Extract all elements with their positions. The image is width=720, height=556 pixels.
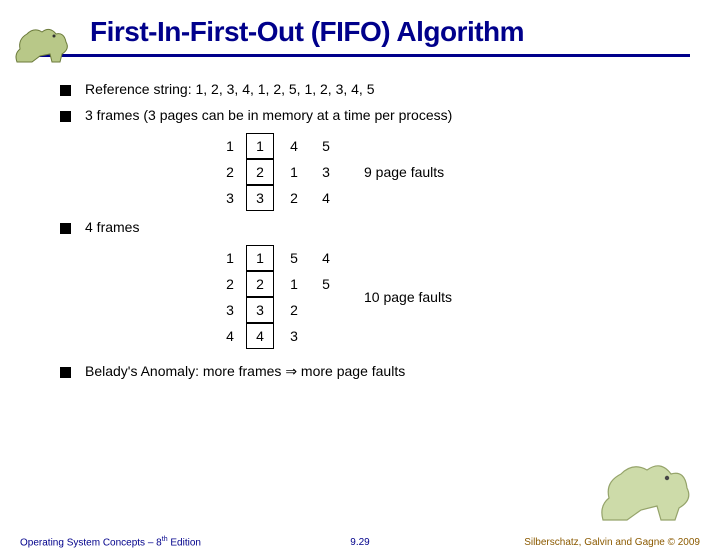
cell: 5 xyxy=(282,245,306,271)
frame-label: 3 xyxy=(220,297,240,323)
bullet-reference-string: Reference string: 1, 2, 3, 4, 1, 2, 5, 1… xyxy=(60,81,670,97)
table-col: 5 1 2 3 xyxy=(282,245,306,349)
cell xyxy=(314,323,338,349)
dinosaur-icon xyxy=(12,24,72,66)
cell: 1 xyxy=(246,245,274,271)
footer-copyright: Silberschatz, Galvin and Gagne © 2009 xyxy=(524,537,700,548)
footer-left-post: Edition xyxy=(168,537,201,548)
square-bullet-icon xyxy=(60,367,71,378)
square-bullet-icon xyxy=(60,111,71,122)
cell: 3 xyxy=(282,323,306,349)
bullet-belady: Belady's Anomaly: more frames ⇒ more pag… xyxy=(60,363,670,380)
cell: 3 xyxy=(246,297,274,323)
dinosaur-watermark-icon xyxy=(595,456,695,526)
frame-label: 2 xyxy=(220,159,240,185)
cell: 3 xyxy=(314,159,338,185)
table-col: 4 1 2 xyxy=(282,133,306,211)
page-faults-4: 10 page faults xyxy=(364,289,452,305)
belady-post: more page faults xyxy=(297,363,405,379)
footer-left-pre: Operating System Concepts – 8 xyxy=(20,537,162,548)
slide-body: Reference string: 1, 2, 3, 4, 1, 2, 5, 1… xyxy=(0,57,720,380)
frame-label: 1 xyxy=(220,133,240,159)
cell: 4 xyxy=(314,185,338,211)
frame-label: 2 xyxy=(220,271,240,297)
frame-label: 3 xyxy=(220,185,240,211)
frame-labels-3: 1 2 3 xyxy=(220,133,240,211)
page-faults-3: 9 page faults xyxy=(364,164,444,180)
cell: 5 xyxy=(314,271,338,297)
bullet-4-frames: 4 frames xyxy=(60,219,670,235)
bullet-text: 4 frames xyxy=(85,219,139,235)
cell: 3 xyxy=(246,185,274,211)
cell: 2 xyxy=(246,159,274,185)
slide-footer: Operating System Concepts – 8th Edition … xyxy=(0,536,720,548)
bullet-text: Reference string: 1, 2, 3, 4, 1, 2, 5, 1… xyxy=(85,81,375,97)
cell: 1 xyxy=(282,271,306,297)
cell: 1 xyxy=(246,133,274,159)
footer-left: Operating System Concepts – 8th Edition xyxy=(20,536,201,548)
implies-icon: ⇒ xyxy=(285,363,297,379)
bullet-text: 3 frames (3 pages can be in memory at a … xyxy=(85,107,452,123)
frame-label: 4 xyxy=(220,323,240,349)
table-col: 4 5 xyxy=(314,245,338,349)
slide-title: First-In-First-Out (FIFO) Algorithm xyxy=(90,16,720,48)
cell: 5 xyxy=(314,133,338,159)
cell: 1 xyxy=(282,159,306,185)
bullet-3-frames: 3 frames (3 pages can be in memory at a … xyxy=(60,107,670,123)
belady-pre: Belady's Anomaly: more frames xyxy=(85,363,285,379)
square-bullet-icon xyxy=(60,223,71,234)
cell xyxy=(314,297,338,323)
footer-page-number: 9.29 xyxy=(350,537,369,548)
cell: 2 xyxy=(246,271,274,297)
cell: 2 xyxy=(282,297,306,323)
table-col: 5 3 4 xyxy=(314,133,338,211)
table-col: 1 2 3 4 xyxy=(246,245,274,349)
table-4-frames: 1 2 3 4 1 2 3 4 5 1 2 3 4 5 xyxy=(220,245,670,349)
frame-labels-4: 1 2 3 4 xyxy=(220,245,240,349)
bullet-text: Belady's Anomaly: more frames ⇒ more pag… xyxy=(85,363,405,380)
cell: 4 xyxy=(314,245,338,271)
cell: 4 xyxy=(246,323,274,349)
cell: 4 xyxy=(282,133,306,159)
square-bullet-icon xyxy=(60,85,71,96)
table-col: 1 2 3 xyxy=(246,133,274,211)
table-3-frames: 1 2 3 1 2 3 4 1 2 5 3 4 9 page faults xyxy=(220,133,670,211)
cell: 2 xyxy=(282,185,306,211)
frame-label: 1 xyxy=(220,245,240,271)
